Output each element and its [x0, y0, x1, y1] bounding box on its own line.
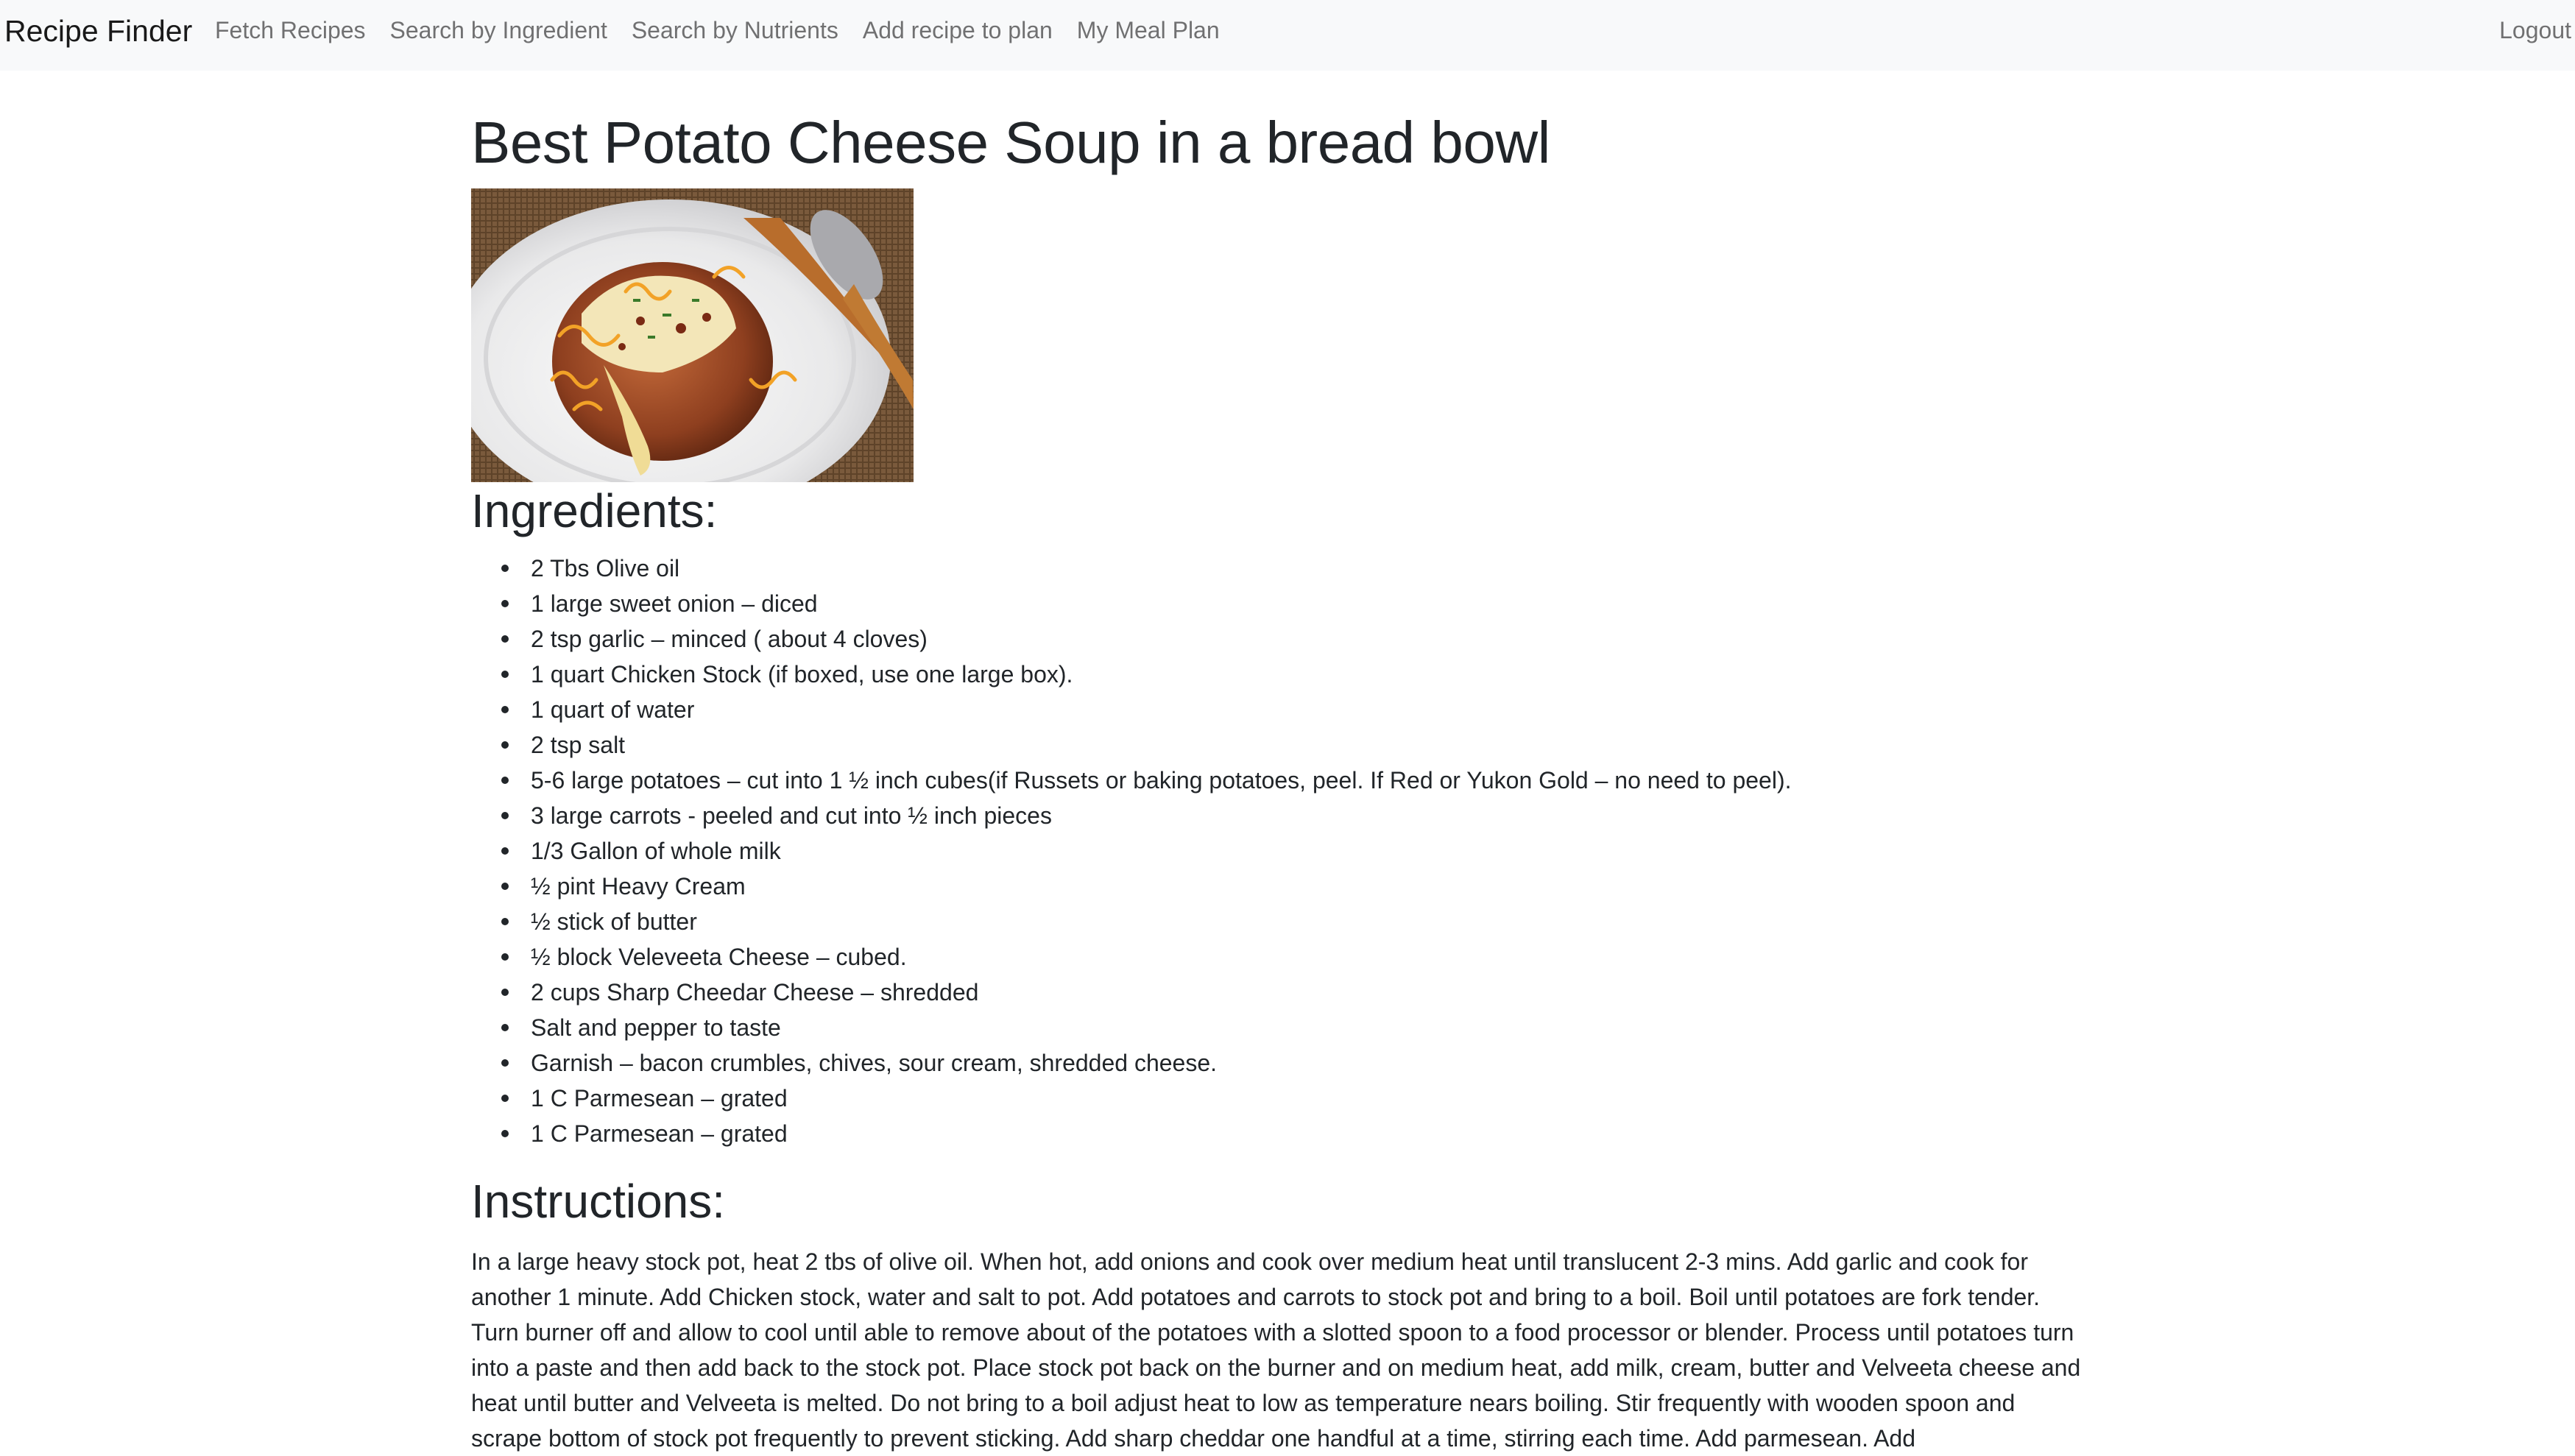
ingredients-heading: Ingredients: [471, 484, 718, 537]
nav-fetch-recipes[interactable]: Fetch Recipes [215, 15, 366, 46]
ingredient-item: 1 C Parmesean – grated [471, 1081, 1791, 1116]
ingredient-item: ½ stick of butter [471, 904, 1791, 939]
top-navbar: Recipe Finder Fetch Recipes Search by In… [0, 0, 2575, 71]
ingredient-item: 1 quart Chicken Stock (if boxed, use one… [471, 657, 1791, 692]
brand-link[interactable]: Recipe Finder [4, 13, 192, 49]
ingredient-item: 2 tsp salt [471, 727, 1791, 763]
ingredient-item: ½ pint Heavy Cream [471, 869, 1791, 904]
ingredient-item: 2 Tbs Olive oil [471, 551, 1791, 586]
ingredient-item: ½ block Veleveeta Cheese – cubed. [471, 939, 1791, 975]
ingredient-item: 1 large sweet onion – diced [471, 586, 1791, 621]
recipe-title: Best Potato Cheese Soup in a bread bowl [471, 110, 1550, 175]
nav-links: Fetch Recipes Search by Ingredient Searc… [215, 15, 1244, 46]
ingredient-item: 2 tsp garlic – minced ( about 4 cloves) [471, 621, 1791, 657]
nav-add-recipe-to-plan[interactable]: Add recipe to plan [863, 15, 1053, 46]
instructions-heading: Instructions: [471, 1175, 726, 1228]
logout-link[interactable]: Logout [2499, 15, 2571, 46]
ingredient-item: 3 large carrots - peeled and cut into ½ … [471, 798, 1791, 833]
ingredient-item: 1 quart of water [471, 692, 1791, 727]
ingredient-item: Salt and pepper to taste [471, 1010, 1791, 1045]
instructions-text: In a large heavy stock pot, heat 2 tbs o… [471, 1248, 2081, 1452]
ingredients-list: 2 Tbs Olive oil 1 large sweet onion – di… [471, 551, 1791, 1151]
ingredient-item: 5-6 large potatoes – cut into 1 ½ inch c… [471, 763, 1791, 798]
ingredient-item: Garnish – bacon crumbles, chives, sour c… [471, 1045, 1791, 1081]
ingredient-item: 1/3 Gallon of whole milk [471, 833, 1791, 869]
ingredient-item: 1 C Parmesean – grated [471, 1116, 1791, 1151]
nav-search-by-nutrients[interactable]: Search by Nutrients [632, 15, 838, 46]
ingredient-item: 2 cups Sharp Cheedar Cheese – shredded [471, 975, 1791, 1010]
nav-search-by-ingredient[interactable]: Search by Ingredient [390, 15, 607, 46]
recipe-image [471, 188, 914, 482]
nav-my-meal-plan[interactable]: My Meal Plan [1077, 15, 1220, 46]
